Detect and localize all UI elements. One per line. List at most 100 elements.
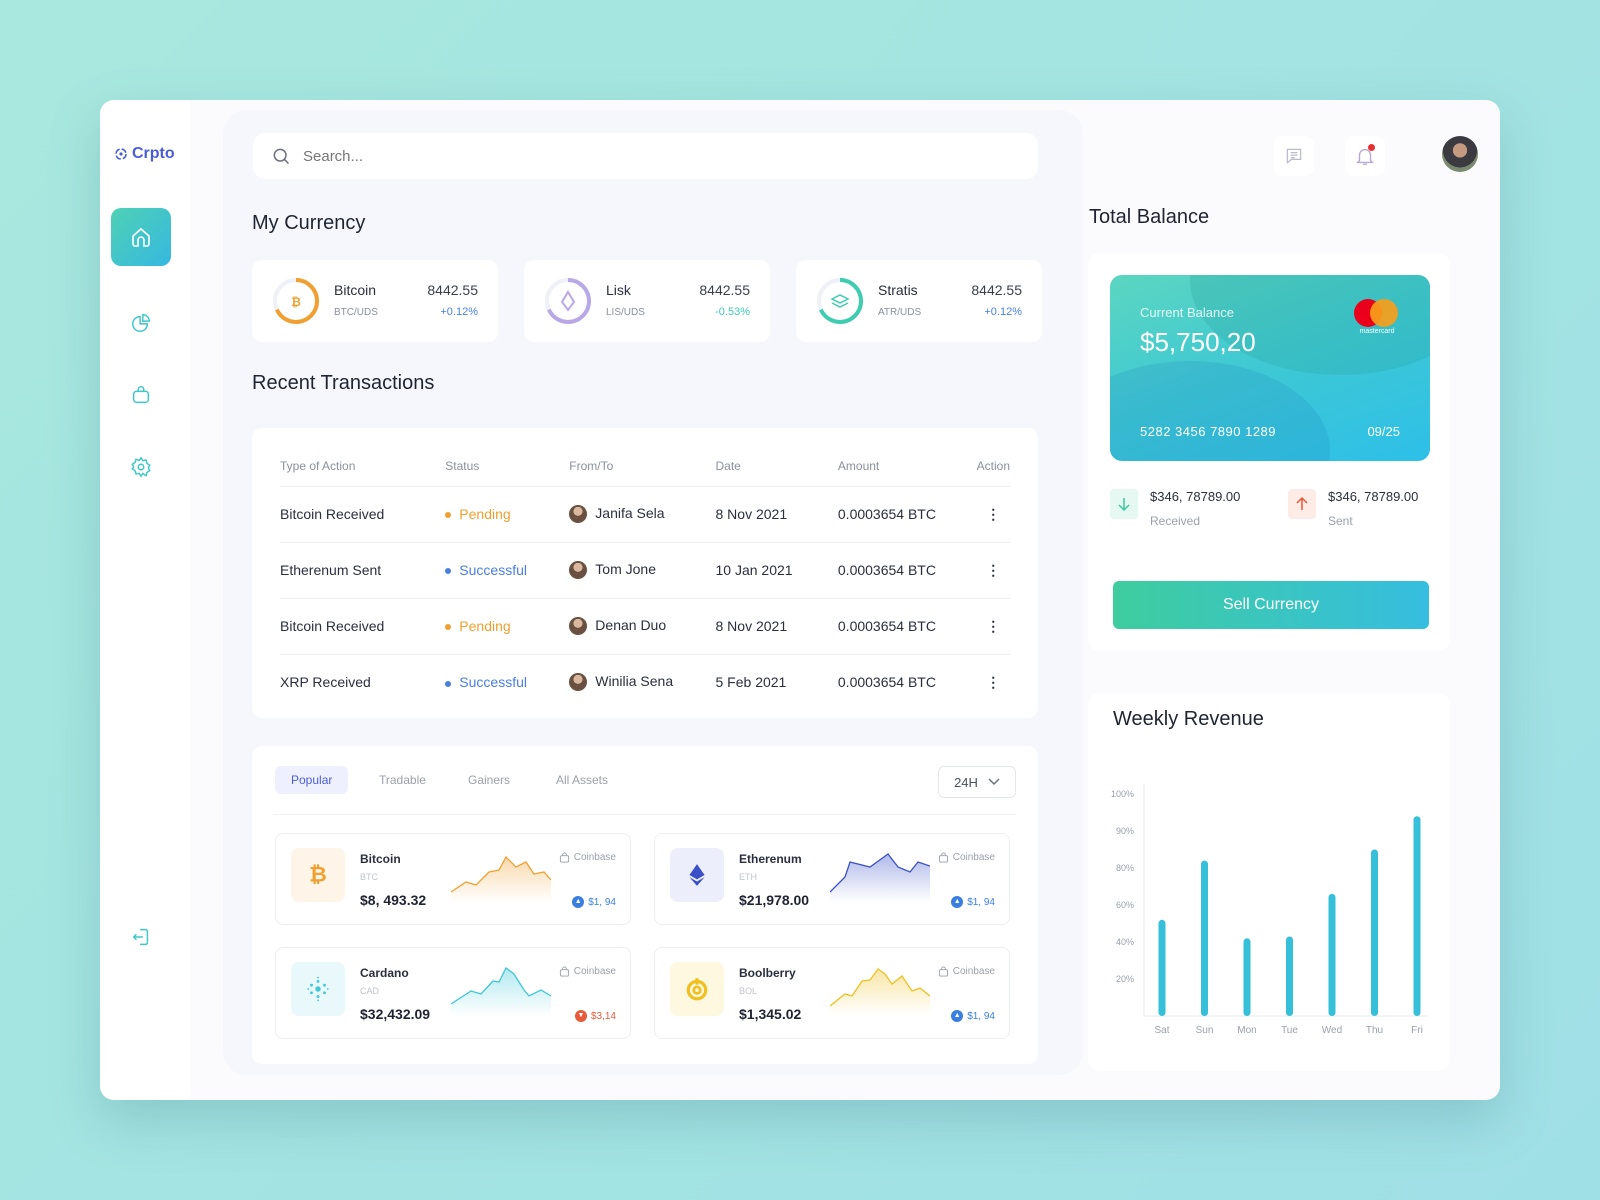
avatar (569, 505, 588, 524)
notifications-button[interactable] (1345, 136, 1385, 176)
lisk-icon (545, 278, 591, 324)
ethereum-icon (689, 864, 705, 886)
coin-symbol: BOL (739, 986, 758, 996)
y-tick-label: 80% (1116, 863, 1134, 873)
more-options-button[interactable]: ⋮ (976, 598, 1010, 655)
coin-card-boolberry[interactable]: Boolberry BOL $1,345.02 Coinbase ▲ $1, 94 (654, 947, 1010, 1039)
logo-icon (115, 148, 127, 160)
y-tick-label: 20% (1116, 974, 1134, 984)
currency-value: 8442.55 (699, 282, 750, 298)
chat-button[interactable] (1274, 136, 1314, 176)
notification-dot (1368, 144, 1375, 151)
avatar (569, 673, 588, 692)
search-bar[interactable] (253, 133, 1038, 179)
received-amount: $346, 78789.00 (1150, 489, 1241, 504)
coin-card-cardano[interactable]: Cardano CAD $32,432.09 Coinbase ▼ $3,14 (275, 947, 631, 1039)
column-header: Amount (837, 446, 977, 487)
transaction-amount: 0.0003654 BTC (837, 486, 977, 543)
currency-name: Stratis (878, 282, 918, 298)
currency-value: 8442.55 (971, 282, 1022, 298)
trend-down-icon: ▼ (574, 1010, 587, 1022)
bar-sun[interactable] (1201, 860, 1208, 1016)
bar-fri[interactable] (1413, 816, 1421, 1016)
search-input[interactable] (303, 147, 1003, 165)
bar-sat[interactable] (1158, 919, 1166, 1016)
sidebar-item-home[interactable] (111, 208, 171, 266)
coin-card-bitcoin[interactable]: ₿ Bitcoin BTC $8, 493.32 Coinbase ▲ $1, 9… (275, 833, 631, 925)
currency-card-stratis[interactable]: Stratis ATR/UDS 8442.55 +0.12% (796, 260, 1042, 342)
x-tick-label: Tue (1281, 1025, 1298, 1036)
weekly-revenue-chart: 20% 40% 60% 80% 90% 100% Sat Sun Mon Tue Wed Thu Fri (1111, 784, 1428, 1036)
coin-change: $1, 94 (967, 1010, 995, 1022)
chevron-down-icon (988, 778, 1000, 786)
x-tick-label: Sun (1196, 1025, 1214, 1036)
transaction-amount: 0.0003654 BTC (837, 598, 977, 655)
more-options-button[interactable]: ⋮ (977, 654, 1010, 710)
bar-mon[interactable] (1243, 938, 1251, 1016)
bag-icon (559, 966, 569, 977)
table-row[interactable]: Bitcoin Received Pending Denan Duo 8 Nov… (280, 598, 1010, 655)
x-tick-label: Wed (1322, 1025, 1342, 1036)
person-name: Denan Duo (595, 616, 667, 633)
logo[interactable]: Crpto (114, 145, 175, 163)
coin-card-etherenum[interactable]: Etherenum ETH $21,978.00 Coinbase ▲ $1, 9… (654, 833, 1010, 925)
status-badge: Successful (459, 562, 527, 578)
trend-up-icon: ▲ (951, 1010, 964, 1022)
transaction-amount: 0.0003654 BTC (837, 674, 936, 691)
tab-tradable[interactable]: Tradable (363, 766, 442, 794)
credit-card[interactable]: Current Balance $5,750,20 mastercard 528… (1110, 275, 1430, 461)
sidebar-item-shop[interactable] (111, 366, 171, 424)
card-number: 5282 3456 7890 1289 (1140, 424, 1277, 439)
bar-tue[interactable] (1286, 936, 1293, 1016)
card-balance-label: Current Balance (1140, 305, 1234, 320)
stratis-icon (817, 278, 863, 324)
coin-name: Etherenum (739, 852, 802, 866)
coin-symbol: ETH (739, 872, 757, 882)
column-header: Action (976, 446, 1010, 487)
more-options-button[interactable]: ⋮ (976, 542, 1010, 599)
sidebar-item-settings[interactable] (111, 438, 171, 496)
currency-change: +0.12% (440, 306, 478, 318)
bar-thu[interactable] (1371, 849, 1378, 1017)
trend-up-icon: ▲ (951, 896, 964, 908)
currency-card-lisk[interactable]: Lisk LIS/UDS 8442.55 -0.53% (524, 260, 770, 342)
status-dot (445, 512, 452, 519)
bag-icon (938, 852, 948, 863)
y-tick-label: 90% (1116, 826, 1134, 836)
sell-currency-button[interactable]: Sell Currency (1113, 581, 1429, 629)
sidebar-item-portfolio[interactable] (111, 294, 171, 352)
my-currency-title: My Currency (252, 212, 366, 234)
bar-wed[interactable] (1328, 893, 1336, 1016)
tab-popular[interactable]: Popular (275, 766, 349, 794)
arrow-down-icon (1118, 498, 1130, 512)
action-type: Bitcoin Received (280, 598, 446, 655)
boolberry-icon (686, 978, 708, 1001)
table-row[interactable]: Bitcoin Received Pending Janifa Sela 8 N… (280, 486, 1010, 543)
transactions-table: Type of Action Status From/To Date Amount Act… (252, 428, 1038, 718)
exchange-name: Coinbase (573, 966, 616, 977)
transaction-date: 8 Nov 2021 (715, 598, 838, 655)
bitcoin-icon: ₿ (309, 862, 327, 887)
coin-change: $1, 94 (588, 896, 616, 908)
period-select[interactable]: 24H (938, 766, 1016, 798)
user-avatar[interactable] (1442, 136, 1478, 172)
more-options-button[interactable]: ⋮ (976, 486, 1010, 543)
card-expiry: 09/25 (1367, 424, 1400, 439)
y-tick-label: 40% (1116, 937, 1134, 947)
tab-all-assets[interactable]: All Assets (540, 766, 624, 794)
sparkline (451, 855, 551, 902)
table-row[interactable]: Etherenum Sent Successful Tom Jone 10 Ja… (280, 542, 1010, 599)
logout-button[interactable] (111, 908, 171, 966)
card-balance-amount: $5,750,20 (1140, 327, 1256, 357)
bag-icon (938, 966, 948, 977)
currency-card-bitcoin[interactable]: ₿ Bitcoin BTC/UDS 8442.55 +0.12% (252, 260, 498, 342)
table-row[interactable]: XRP Received Successful Winilia Sena 5 F… (280, 654, 1010, 710)
currency-pair: BTC/UDS (334, 307, 378, 318)
transaction-date: 5 Feb 2021 (715, 674, 787, 691)
coin-name: Bitcoin (360, 852, 401, 866)
currency-pair: ATR/UDS (878, 307, 922, 318)
transaction-amount: 0.0003654 BTC (837, 542, 977, 599)
coin-name: Cardano (360, 966, 409, 980)
coin-price: $21,978.00 (739, 892, 810, 908)
tab-gainers[interactable]: Gainers (452, 766, 526, 794)
